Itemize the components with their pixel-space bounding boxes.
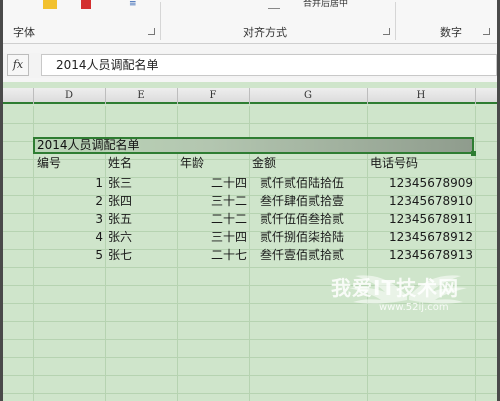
cell-age[interactable]: 二十二 bbox=[177, 211, 247, 228]
watermark-url: www.52ij.com bbox=[379, 302, 449, 313]
cell-age[interactable]: 二十七 bbox=[177, 247, 247, 264]
cell-id[interactable]: 1 bbox=[33, 175, 103, 192]
column-divider bbox=[475, 88, 476, 104]
group-separator bbox=[160, 2, 161, 40]
group-separator bbox=[395, 2, 396, 40]
alignment-dialog-launcher-icon[interactable] bbox=[383, 28, 390, 35]
cell-phone[interactable]: 12345678910 bbox=[367, 193, 473, 210]
cell-id[interactable]: 3 bbox=[33, 211, 103, 228]
cell-name[interactable]: 张五 bbox=[108, 211, 132, 228]
watermark-title: 我爱IT技术网 bbox=[331, 276, 460, 300]
column-header-f[interactable]: F bbox=[177, 89, 249, 103]
ribbon-group-number-label: 数字 bbox=[440, 26, 462, 39]
site-watermark: 我爱IT技术网 www.52ij.com bbox=[315, 266, 497, 322]
cell-name[interactable]: 张四 bbox=[108, 193, 132, 210]
column-header-g[interactable]: G bbox=[249, 89, 367, 103]
spreadsheet-window: ≡ 合并后居中 字体 对齐方式 数字 fx 2014人员调配名单 D E F G… bbox=[3, 0, 497, 401]
cell-amount[interactable]: 贰仟伍佰叁拾贰 bbox=[260, 211, 344, 228]
cell-amount[interactable]: 叁仟壹佰贰拾贰 bbox=[260, 247, 344, 264]
cell-phone[interactable]: 12345678909 bbox=[367, 175, 473, 192]
cell-phone[interactable]: 12345678911 bbox=[367, 211, 473, 228]
ribbon-toolbar-row: ≡ 合并后居中 bbox=[3, 0, 497, 12]
align-icon[interactable] bbox=[268, 0, 280, 9]
cell-amount[interactable]: 叁仟肆佰贰拾壹 bbox=[260, 193, 344, 210]
ribbon-group-alignment-label: 对齐方式 bbox=[243, 26, 287, 39]
ribbon: ≡ 合并后居中 字体 对齐方式 数字 bbox=[3, 0, 497, 44]
header-cell-id[interactable]: 编号 bbox=[37, 155, 61, 172]
header-cell-phone[interactable]: 电话号码 bbox=[370, 155, 418, 172]
cell-age[interactable]: 二十四 bbox=[177, 175, 247, 192]
cell-id[interactable]: 5 bbox=[33, 247, 103, 264]
column-header-row: D E F G H bbox=[3, 88, 497, 104]
cell-age[interactable]: 三十二 bbox=[177, 193, 247, 210]
header-cell-amount[interactable]: 金额 bbox=[252, 155, 276, 172]
ribbon-group-font-label: 字体 bbox=[13, 26, 35, 39]
worksheet-grid[interactable]: D E F G H 2014人员调配名单 编号 姓名 年龄 金额 电话号码 1 … bbox=[3, 82, 497, 401]
cell-name[interactable]: 张六 bbox=[108, 229, 132, 246]
number-dialog-launcher-icon[interactable] bbox=[483, 28, 490, 35]
font-color-icon[interactable] bbox=[43, 0, 57, 9]
cell-age[interactable]: 三十四 bbox=[177, 229, 247, 246]
font-dialog-launcher-icon[interactable] bbox=[148, 28, 155, 35]
cell-id[interactable]: 4 bbox=[33, 229, 103, 246]
insert-function-button[interactable]: fx bbox=[7, 54, 29, 76]
cell-name[interactable]: 张七 bbox=[108, 247, 132, 264]
fill-handle[interactable] bbox=[471, 151, 476, 156]
formula-input[interactable]: 2014人员调配名单 bbox=[41, 54, 497, 76]
column-header-e[interactable]: E bbox=[105, 89, 177, 103]
header-cell-name[interactable]: 姓名 bbox=[108, 155, 132, 172]
cell-id[interactable]: 2 bbox=[33, 193, 103, 210]
cell-amount[interactable]: 贰仟捌佰柒拾陆 bbox=[260, 229, 344, 246]
header-cell-age[interactable]: 年龄 bbox=[180, 155, 204, 172]
merge-center-icon[interactable]: 合并后居中 bbox=[303, 0, 363, 9]
selected-title-cell[interactable]: 2014人员调配名单 bbox=[33, 137, 474, 154]
column-header-h[interactable]: H bbox=[367, 89, 475, 103]
cell-amount[interactable]: 贰仟贰佰陆拾伍 bbox=[260, 175, 344, 192]
formula-bar: fx 2014人员调配名单 bbox=[3, 53, 497, 78]
wrap-text-icon[interactable]: ≡ bbox=[129, 0, 137, 9]
cell-phone[interactable]: 12345678913 bbox=[367, 247, 473, 264]
cell-name[interactable]: 张三 bbox=[108, 175, 132, 192]
text-color-icon[interactable] bbox=[81, 0, 91, 9]
cell-phone[interactable]: 12345678912 bbox=[367, 229, 473, 246]
column-header-d[interactable]: D bbox=[33, 89, 105, 103]
